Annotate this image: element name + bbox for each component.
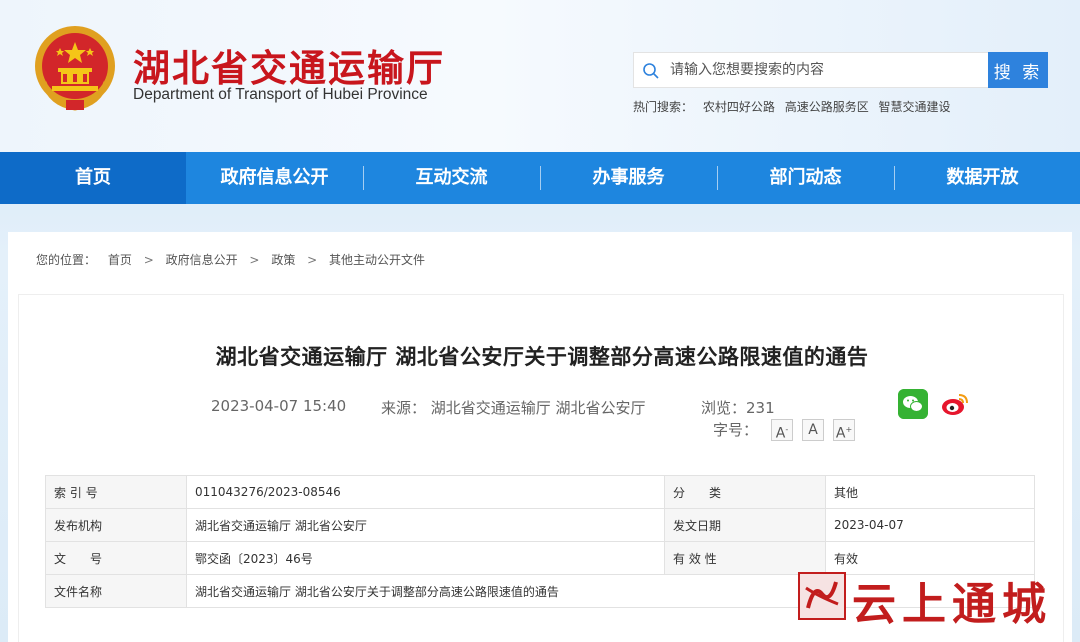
table-row: 索 引 号 011043276/2023-08546 分 类 其他 bbox=[45, 475, 1035, 509]
article-date: 2023-04-07 15:40 bbox=[211, 397, 347, 415]
breadcrumb-separator: > bbox=[249, 253, 260, 267]
hot-search-item[interactable]: 智慧交通建设 bbox=[879, 100, 951, 114]
search-button[interactable]: 搜 索 bbox=[988, 52, 1048, 88]
font-smaller-button[interactable]: A- bbox=[771, 419, 793, 442]
breadcrumb-item[interactable]: 其他主动公开文件 bbox=[329, 253, 425, 267]
watermark-text: 云上通城 bbox=[852, 579, 1052, 630]
search-input[interactable] bbox=[670, 53, 980, 87]
font-button-label: A bbox=[808, 422, 818, 438]
table-cell-value: 2023-04-07 bbox=[825, 508, 1035, 542]
hot-search-item[interactable]: 农村四好公路 bbox=[703, 100, 775, 114]
table-cell-label: 发文日期 bbox=[664, 508, 826, 542]
table-cell-label: 分 类 bbox=[664, 475, 826, 509]
nav-item-home[interactable]: 首页 bbox=[0, 152, 186, 204]
font-larger-button[interactable]: A+ bbox=[833, 419, 855, 442]
article-source: 来源： 湖北省交通运输厅 湖北省公安厅 bbox=[381, 399, 646, 417]
nav-item-open-data[interactable]: 数据开放 bbox=[894, 152, 1071, 204]
table-cell-label: 文件名称 bbox=[45, 574, 187, 608]
article-views: 浏览：231 bbox=[701, 399, 775, 417]
search-icon bbox=[643, 63, 659, 79]
national-emblem-icon bbox=[35, 26, 115, 111]
table-cell-value: 011043276/2023-08546 bbox=[186, 475, 665, 509]
breadcrumb-item[interactable]: 政府信息公开 bbox=[166, 253, 238, 267]
table-cell-value: 鄂交函〔2023〕46号 bbox=[186, 541, 665, 575]
site-title[interactable]: 湖北省交通运输厅 bbox=[133, 38, 445, 92]
font-button-label: A bbox=[775, 425, 786, 442]
breadcrumb-separator: > bbox=[307, 253, 318, 267]
wechat-share-icon[interactable] bbox=[898, 389, 928, 419]
nav-item-gov-info[interactable]: 政府信息公开 bbox=[186, 152, 363, 204]
table-row: 发布机构 湖北省交通运输厅 湖北省公安厅 发文日期 2023-04-07 bbox=[45, 508, 1035, 542]
font-size-label: 字号： bbox=[713, 421, 759, 439]
site-subtitle: Department of Transport of Hubei Provinc… bbox=[133, 86, 428, 103]
watermark-seal bbox=[798, 572, 846, 620]
hot-search: 热门搜索： 农村四好公路 高速公路服务区 智慧交通建设 bbox=[633, 98, 957, 115]
article-title: 湖北省交通运输厅 湖北省公安厅关于调整部分高速公路限速值的通告 bbox=[215, 345, 869, 369]
breadcrumb-item[interactable]: 政策 bbox=[271, 253, 295, 267]
hot-search-item[interactable]: 高速公路服务区 bbox=[785, 100, 869, 114]
nav-item-news[interactable]: 部门动态 bbox=[717, 152, 894, 204]
table-cell-label: 索 引 号 bbox=[45, 475, 187, 509]
table-cell-value: 湖北省交通运输厅 湖北省公安厅 bbox=[186, 508, 665, 542]
table-cell-label: 有 效 性 bbox=[664, 541, 826, 575]
breadcrumb-label: 您的位置： bbox=[36, 253, 97, 267]
font-button-label: A bbox=[835, 425, 846, 442]
table-cell-value: 其他 bbox=[825, 475, 1035, 509]
seal-icon bbox=[805, 581, 839, 609]
nav-item-interaction[interactable]: 互动交流 bbox=[363, 152, 540, 204]
nav-item-services[interactable]: 办事服务 bbox=[540, 152, 717, 204]
breadcrumb: 您的位置： 首页 > 政府信息公开 > 政策 > 其他主动公开文件 bbox=[36, 251, 433, 268]
weibo-share-icon[interactable] bbox=[940, 389, 970, 419]
font-normal-button[interactable]: A bbox=[802, 419, 824, 441]
breadcrumb-item[interactable]: 首页 bbox=[108, 253, 132, 267]
table-cell-label: 文 号 bbox=[45, 541, 187, 575]
hot-search-label: 热门搜索： bbox=[633, 100, 694, 114]
site-header: 湖北省交通运输厅 Department of Transport of Hube… bbox=[0, 0, 1080, 152]
breadcrumb-separator: > bbox=[143, 253, 154, 267]
main-nav: 首页 政府信息公开 互动交流 办事服务 部门动态 数据开放 bbox=[0, 152, 1080, 204]
search-box bbox=[633, 52, 988, 88]
table-cell-label: 发布机构 bbox=[45, 508, 187, 542]
